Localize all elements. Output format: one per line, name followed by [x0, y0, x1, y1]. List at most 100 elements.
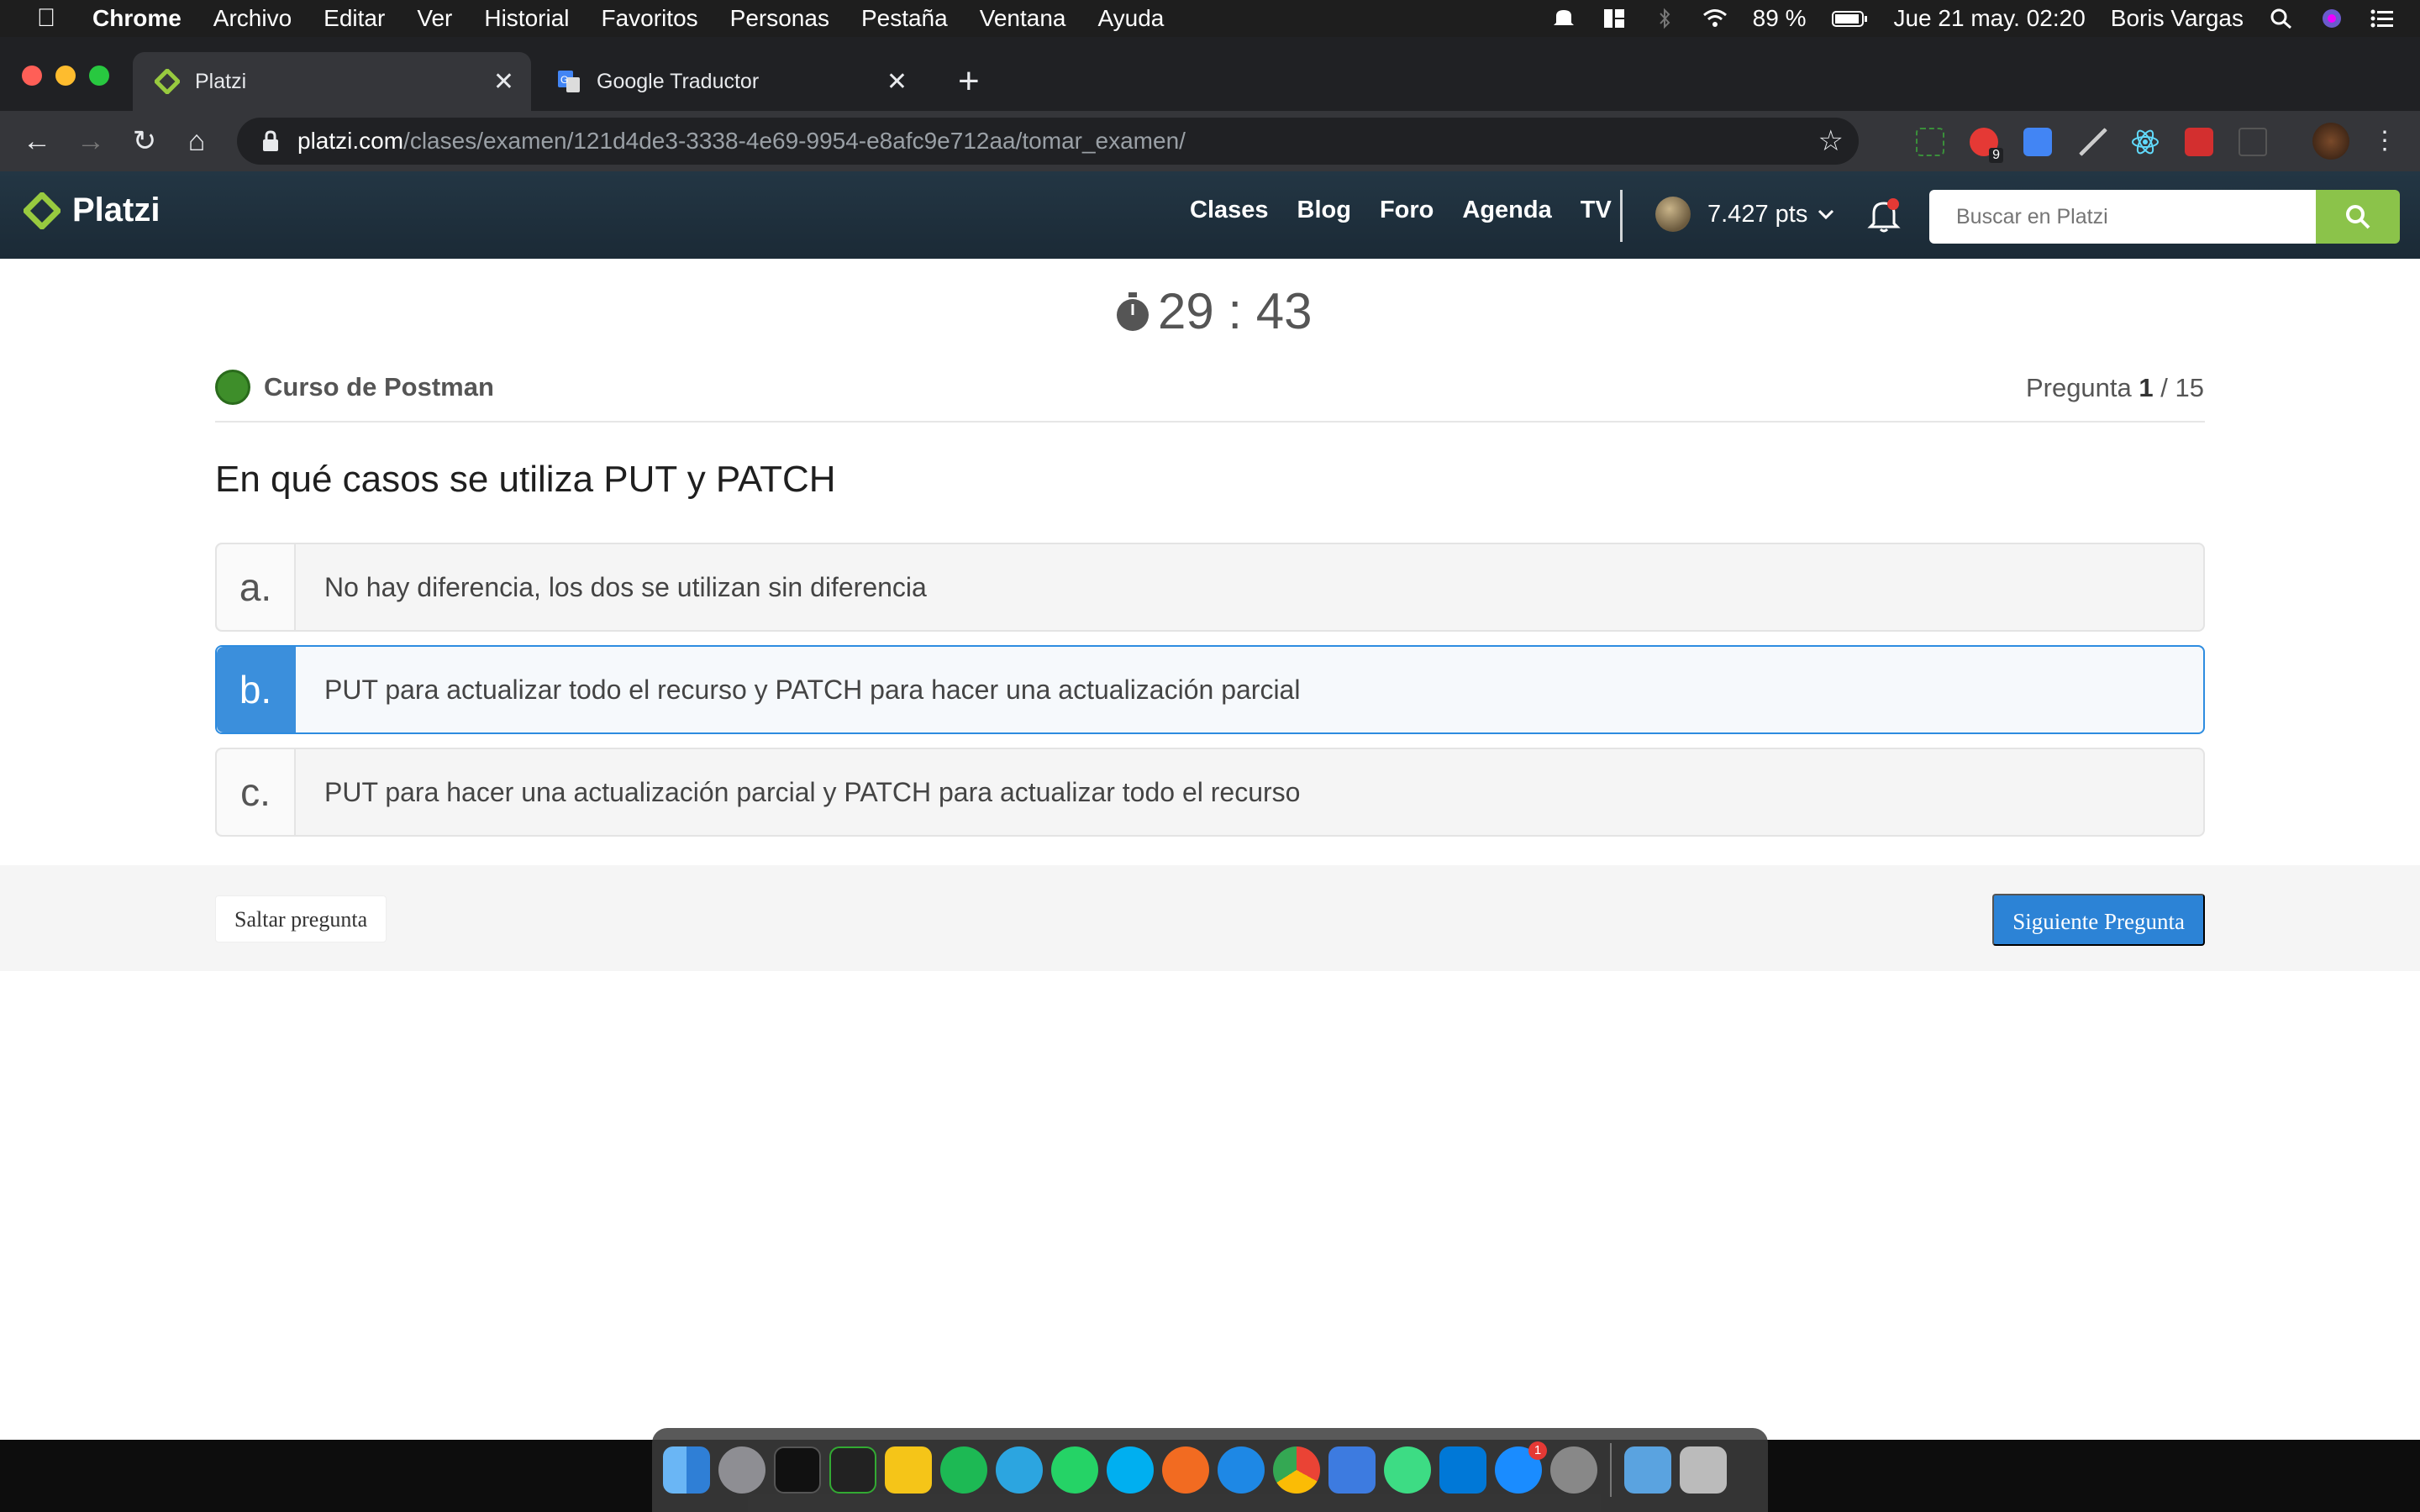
siri-icon[interactable] [2319, 8, 2344, 29]
extension-notifications-icon[interactable]: 9 [1970, 128, 2003, 163]
window-zoom-button[interactable] [89, 66, 109, 86]
menu-pestana[interactable]: Pestaña [861, 5, 948, 32]
apple-menu-icon[interactable]:  [0, 4, 92, 33]
tab-google-traductor[interactable]: G Google Traductor ✕ [534, 52, 924, 111]
lock-icon[interactable] [260, 129, 281, 153]
address-bar[interactable]: platzi.com/clases/examen/121d4de3-3338-4… [237, 118, 1859, 165]
question-counter-label: Pregunta [2025, 373, 2132, 402]
answer-option-c[interactable]: c. PUT para hacer una actualización parc… [215, 748, 2205, 837]
menu-favoritos[interactable]: Favoritos [602, 5, 698, 32]
next-question-button[interactable]: Siguiente Pregunta [1992, 894, 2205, 946]
skip-question-button[interactable]: Saltar pregunta [215, 895, 387, 942]
user-avatar [1655, 197, 1691, 232]
launchpad-icon[interactable] [718, 1446, 765, 1494]
chrome-menu-icon[interactable]: ⋮ [2368, 124, 2402, 158]
answer-option-b[interactable]: b. PUT para actualizar todo el recurso y… [215, 645, 2205, 734]
extension-pen-icon[interactable] [2079, 128, 2107, 156]
question-text: En qué casos se utiliza PUT y PATCH [215, 459, 836, 500]
url-host: platzi.com [297, 128, 404, 154]
site-nav: Clases Blog Foro Agenda TV [1190, 197, 1640, 224]
menu-ventana[interactable]: Ventana [980, 5, 1066, 32]
sketch-pen-app-icon[interactable] [1162, 1446, 1209, 1494]
chrome-icon[interactable] [1273, 1446, 1320, 1494]
menu-ayuda[interactable]: Ayuda [1097, 5, 1164, 32]
notification-icon[interactable] [1551, 8, 1576, 29]
nav-foro[interactable]: Foro [1380, 197, 1434, 224]
extension-json-viewer-icon[interactable] [2238, 128, 2267, 156]
wifi-icon[interactable] [1702, 8, 1728, 29]
layout-icon[interactable] [1602, 8, 1627, 29]
nav-agenda[interactable]: Agenda [1462, 197, 1551, 224]
tab-close-icon[interactable]: ✕ [493, 67, 514, 97]
system-preferences-icon[interactable] [1550, 1446, 1597, 1494]
answer-option-a[interactable]: a. No hay diferencia, los dos se utiliza… [215, 543, 2205, 632]
url-path: /clases/examen/121d4de3-3338-4e69-9954-e… [403, 128, 1186, 154]
divider [215, 421, 2205, 423]
window-close-button[interactable] [22, 66, 42, 86]
telegram-icon[interactable] [996, 1446, 1043, 1494]
tab-close-icon[interactable]: ✕ [886, 67, 908, 97]
home-icon[interactable]: ⌂ [180, 124, 213, 158]
forward-arrow-icon[interactable]: → [74, 124, 108, 158]
bookmark-star-icon[interactable]: ☆ [1818, 124, 1844, 158]
terminal-icon[interactable] [774, 1446, 821, 1494]
menu-editar[interactable]: Editar [324, 5, 385, 32]
extension-translate-icon[interactable] [2023, 128, 2052, 156]
bluetooth-icon[interactable] [1652, 8, 1677, 29]
battery-percent: 89 % [1752, 5, 1807, 31]
iterm-icon[interactable] [829, 1446, 876, 1494]
site-search-button[interactable] [2316, 190, 2400, 244]
option-letter: a. [217, 544, 296, 630]
macos-dock: 1 [652, 1428, 1768, 1512]
reload-icon[interactable]: ↻ [128, 124, 161, 158]
lightbulb-app-icon[interactable] [885, 1446, 932, 1494]
nav-clases[interactable]: Clases [1190, 197, 1269, 224]
timer-value: 29 : 43 [1158, 283, 1313, 339]
bell-icon[interactable] [1867, 197, 1901, 234]
option-text: PUT para hacer una actualización parcial… [324, 776, 1301, 807]
extension-video-icon[interactable] [2185, 128, 2213, 156]
skype-icon[interactable] [1107, 1446, 1154, 1494]
profile-avatar[interactable] [2312, 123, 2349, 160]
spotlight-search-icon[interactable] [2269, 8, 2294, 29]
android-studio-icon[interactable] [1384, 1446, 1431, 1494]
safari-icon[interactable] [1218, 1446, 1265, 1494]
menubar-user[interactable]: Boris Vargas [2111, 5, 2244, 32]
option-letter: b. [217, 647, 296, 732]
tab-platzi[interactable]: Platzi ✕ [133, 52, 531, 111]
menu-app-name[interactable]: Chrome [92, 5, 182, 32]
user-points-menu[interactable]: 7.427 pts [1655, 197, 1836, 232]
new-tab-icon[interactable]: + [958, 60, 980, 102]
menubar-clock[interactable]: Jue 21 may. 02:20 [1893, 5, 2085, 32]
xcode-icon[interactable] [1328, 1446, 1376, 1494]
app-store-badge: 1 [1528, 1441, 1547, 1460]
spotify-icon[interactable] [940, 1446, 987, 1494]
site-search-input[interactable] [1929, 190, 2316, 244]
nav-blog[interactable]: Blog [1297, 197, 1351, 224]
app-store-icon[interactable]: 1 [1495, 1441, 1547, 1494]
menu-ver[interactable]: Ver [417, 5, 452, 32]
menu-archivo[interactable]: Archivo [213, 5, 292, 32]
option-text: No hay diferencia, los dos se utilizan s… [324, 571, 927, 602]
menu-personas[interactable]: Personas [730, 5, 829, 32]
downloads-folder-icon[interactable] [1624, 1446, 1671, 1494]
course-badge-icon [215, 370, 250, 405]
notification-center-icon[interactable] [2370, 8, 2395, 29]
back-arrow-icon[interactable]: ← [20, 124, 54, 158]
option-text: PUT para actualizar todo el recurso y PA… [324, 674, 1301, 705]
vscode-icon[interactable] [1439, 1446, 1486, 1494]
question-total: / 15 [2160, 373, 2204, 402]
finder-icon[interactable] [663, 1446, 710, 1494]
exam-actions-bar: Saltar pregunta Siguiente Pregunta [0, 865, 2420, 971]
stopwatch-icon [1117, 291, 1149, 331]
nav-tv[interactable]: TV [1581, 197, 1612, 224]
battery-icon[interactable] [1831, 8, 1868, 29]
extension-react-devtools-icon[interactable] [2131, 128, 2160, 156]
whatsapp-icon[interactable] [1051, 1446, 1098, 1494]
platzi-favicon-icon [155, 69, 180, 94]
menu-historial[interactable]: Historial [484, 5, 569, 32]
platzi-logo[interactable]: Platzi [24, 192, 160, 229]
trash-icon[interactable] [1680, 1446, 1727, 1494]
extension-screen-capture-icon[interactable] [1916, 128, 1944, 156]
window-minimize-button[interactable] [55, 66, 76, 86]
